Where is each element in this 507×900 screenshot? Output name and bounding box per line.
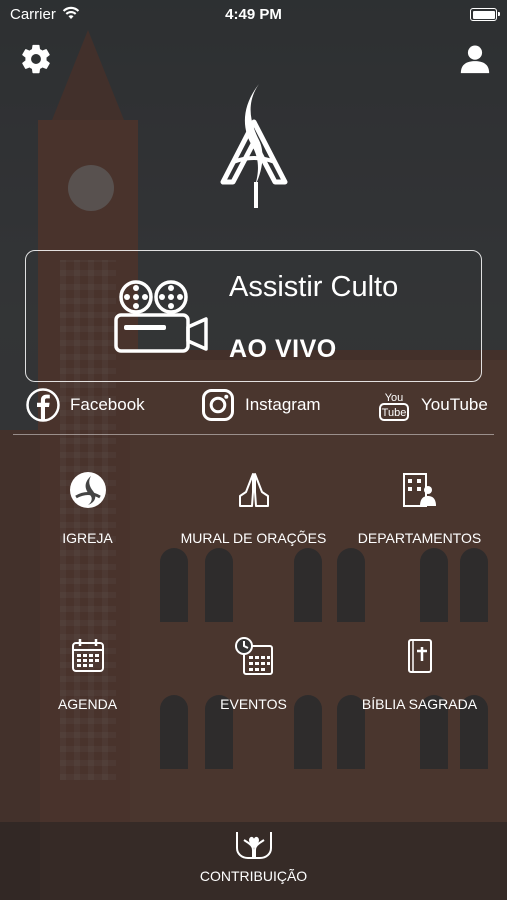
giving-hands-icon bbox=[235, 832, 272, 859]
svg-text:Tube: Tube bbox=[382, 407, 407, 419]
youtube-link[interactable]: You Tube YouTube bbox=[377, 387, 488, 423]
film-camera-icon bbox=[114, 280, 208, 353]
divider bbox=[13, 434, 494, 435]
status-time: 4:49 PM bbox=[225, 6, 282, 23]
calendar-icon bbox=[71, 639, 104, 672]
menu-label-igreja: IGREJA bbox=[62, 530, 113, 546]
menu-item-agenda[interactable]: AGENDA bbox=[3, 636, 172, 712]
flame-logo-icon bbox=[69, 472, 106, 508]
menu-item-biblia[interactable]: BÍBLIA SAGRADA bbox=[335, 636, 504, 712]
menu-label-mural: MURAL DE ORAÇÕES bbox=[180, 530, 327, 546]
live-subtitle: AO VIVO bbox=[229, 335, 337, 363]
menu-item-igreja[interactable]: IGREJA bbox=[3, 470, 172, 546]
instagram-link[interactable]: Instagram bbox=[201, 387, 321, 423]
live-title: Assistir Culto bbox=[229, 271, 399, 303]
menu-item-mural[interactable]: MURAL DE ORAÇÕES bbox=[169, 470, 338, 546]
menu-label-biblia: BÍBLIA SAGRADA bbox=[361, 696, 478, 712]
menu-item-departamentos[interactable]: DEPARTAMENTOS bbox=[335, 470, 504, 546]
gear-icon[interactable] bbox=[19, 42, 53, 76]
praying-hands-icon bbox=[238, 473, 269, 507]
svg-text:You: You bbox=[385, 392, 404, 404]
bible-icon bbox=[407, 639, 432, 673]
instagram-label: Instagram bbox=[245, 395, 321, 414]
building-people-icon bbox=[402, 473, 436, 507]
live-stream-button[interactable]: Assistir Culto AO VIVO bbox=[25, 250, 482, 382]
menu-item-eventos[interactable]: EVENTOS bbox=[169, 636, 338, 712]
menu-label-eventos: EVENTOS bbox=[220, 696, 287, 712]
menu-label-contribuicao: CONTRIBUIÇÃO bbox=[199, 868, 308, 884]
youtube-icon: You Tube bbox=[379, 392, 409, 421]
menu-label-departamentos: DEPARTAMENTOS bbox=[357, 530, 482, 546]
facebook-icon bbox=[26, 388, 60, 422]
youtube-label: YouTube bbox=[421, 395, 488, 414]
menu-item-contribuicao[interactable]: CONTRIBUIÇÃO bbox=[169, 826, 338, 884]
instagram-icon bbox=[202, 389, 234, 421]
church-logo bbox=[220, 84, 288, 208]
menu-label-agenda: AGENDA bbox=[57, 696, 118, 712]
battery-icon bbox=[470, 8, 500, 21]
facebook-label: Facebook bbox=[70, 395, 145, 414]
user-icon[interactable] bbox=[458, 42, 492, 76]
status-bar: Carrier 4:49 PM bbox=[0, 0, 507, 28]
calendar-clock-icon bbox=[234, 637, 273, 675]
facebook-link[interactable]: Facebook bbox=[26, 387, 145, 423]
